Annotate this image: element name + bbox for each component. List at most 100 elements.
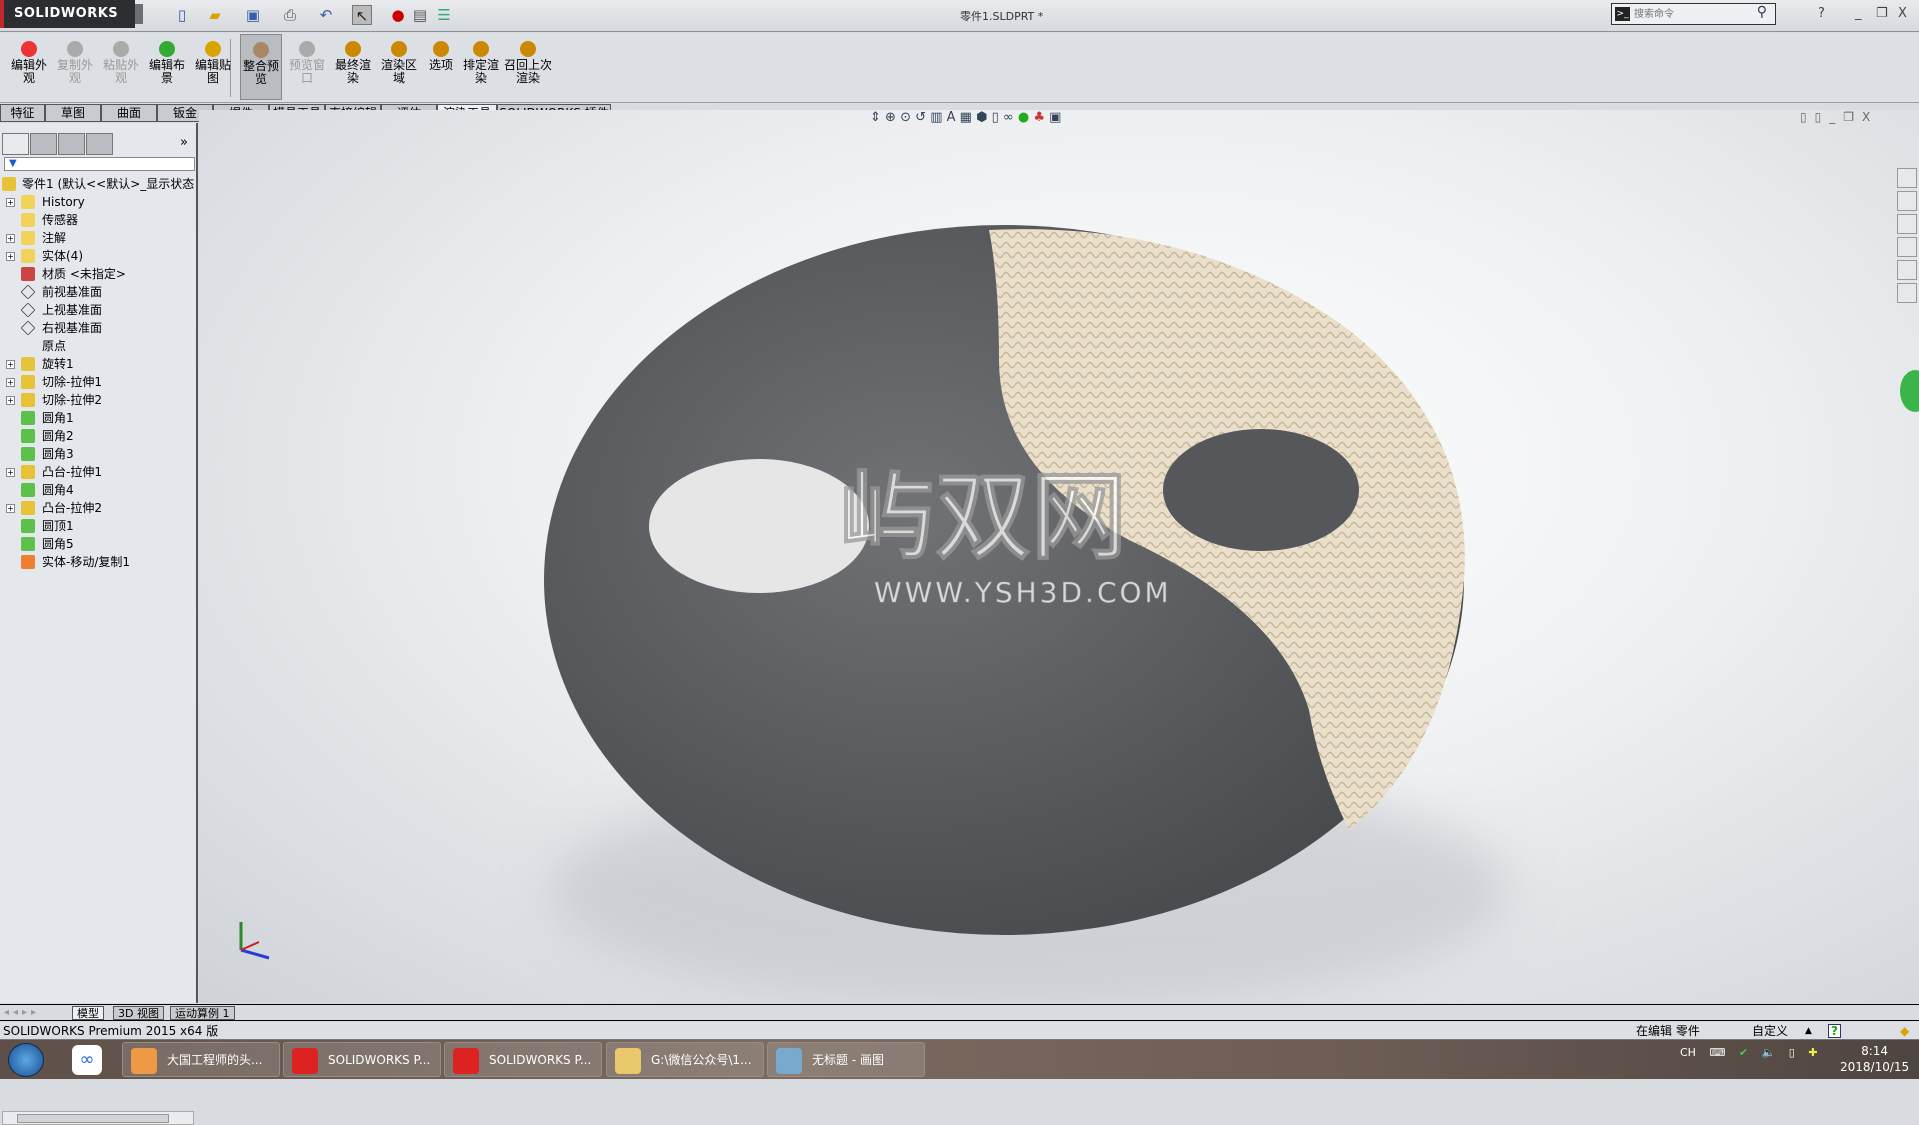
feature-manager-tab-icon[interactable]: [2, 133, 29, 155]
clock[interactable]: 8:14 2018/10/15: [1840, 1043, 1909, 1075]
security-icon[interactable]: ✔: [1739, 1046, 1748, 1059]
print-icon[interactable]: ⎙: [280, 5, 300, 25]
ribbon-button-3[interactable]: 编辑布景: [146, 39, 188, 97]
open-folder-icon[interactable]: ▰: [205, 5, 225, 25]
tree-item[interactable]: 原点: [0, 337, 196, 355]
hide-show-items-icon[interactable]: ▯: [992, 110, 999, 125]
tree-item[interactable]: 传感器: [0, 211, 196, 229]
menu-expand-arrow[interactable]: [135, 4, 143, 24]
expand-icon[interactable]: +: [6, 198, 15, 207]
taskbar-item[interactable]: SOLIDWORKS P...: [444, 1042, 602, 1077]
configuration-manager-tab-icon[interactable]: [58, 133, 85, 155]
design-library-icon[interactable]: [1897, 191, 1917, 211]
network-icon[interactable]: ▯: [1789, 1046, 1795, 1059]
tree-item[interactable]: + 切除-拉伸2: [0, 391, 196, 409]
tree-item[interactable]: 实体-移动/复制1: [0, 553, 196, 571]
expand-icon[interactable]: +: [6, 396, 15, 405]
tree-filter-input[interactable]: ▼: [4, 157, 195, 171]
expand-icon[interactable]: +: [6, 360, 15, 369]
custom-properties-icon[interactable]: [1897, 283, 1917, 303]
help-button[interactable]: ?: [1828, 1024, 1841, 1038]
view-orientation-cube-icon[interactable]: ▦: [960, 110, 972, 125]
ribbon-button-2[interactable]: 粘贴外观: [100, 39, 142, 97]
help-icon[interactable]: ?: [1818, 6, 1825, 21]
bottom-tab-2[interactable]: 运动算例 1: [170, 1006, 235, 1020]
bottom-tab-0[interactable]: 模型: [72, 1006, 104, 1020]
file-properties-icon[interactable]: ▤: [410, 5, 430, 25]
command-search[interactable]: >_ ⚲: [1611, 3, 1776, 25]
expand-icon[interactable]: +: [6, 504, 15, 513]
undo-icon[interactable]: ↶: [316, 5, 336, 25]
tab-navigation-arrows-icon[interactable]: ◂◂▸▸: [4, 1007, 124, 1019]
keyboard-icon[interactable]: ⌨: [1709, 1046, 1725, 1059]
viewport-window-controls[interactable]: ▯▯_❐X: [1800, 110, 1878, 124]
panel-expand-chevron-icon[interactable]: »: [180, 135, 188, 150]
search-icon[interactable]: ⚲: [1757, 4, 1767, 20]
ribbon-button-9[interactable]: 选项: [420, 39, 462, 97]
baidu-netdisk-icon[interactable]: ∞: [72, 1045, 102, 1075]
taskbar-item[interactable]: SOLIDWORKS P...: [283, 1042, 441, 1077]
ribbon-button-0[interactable]: 编辑外观: [8, 39, 50, 97]
tab-2[interactable]: 曲面: [101, 104, 157, 122]
restore-icon[interactable]: ❐: [1876, 6, 1888, 21]
options-list-icon[interactable]: ☰: [434, 5, 454, 25]
ribbon-button-1[interactable]: 复制外观: [54, 39, 96, 97]
minimize-icon[interactable]: _: [1855, 6, 1862, 21]
volume-icon[interactable]: 🔈: [1762, 1046, 1776, 1059]
ribbon-button-7[interactable]: 最终渲染: [332, 39, 374, 97]
appearances-icon[interactable]: [1897, 260, 1917, 280]
section-view-icon[interactable]: ▥: [930, 110, 942, 125]
ribbon-button-4[interactable]: 编辑贴图: [192, 39, 234, 97]
display-pane-icon[interactable]: ▣: [1049, 110, 1061, 125]
ribbon-button-10[interactable]: 排定渲染: [460, 39, 502, 97]
panel-horizontal-scrollbar[interactable]: [2, 1111, 194, 1125]
view-palette-icon[interactable]: [1897, 237, 1917, 257]
ribbon-button-11[interactable]: 召回上次渲染: [504, 39, 552, 97]
bottom-tab-1[interactable]: 3D 视图: [113, 1006, 164, 1020]
expand-icon[interactable]: +: [6, 378, 15, 387]
tree-item[interactable]: 圆角1: [0, 409, 196, 427]
graphics-viewport[interactable]: 屿双网 WWW.YSH3D.COM: [199, 110, 1919, 1010]
tree-item[interactable]: 右视基准面: [0, 319, 196, 337]
display-manager-tab-icon[interactable]: [86, 133, 113, 155]
tree-item[interactable]: + 旋转1: [0, 355, 196, 373]
tree-item[interactable]: 圆角3: [0, 445, 196, 463]
tag-icon[interactable]: ◆: [1900, 1022, 1909, 1040]
tree-item[interactable]: 上视基准面: [0, 301, 196, 319]
360-tray-icon[interactable]: ✚: [1808, 1046, 1817, 1059]
language-indicator[interactable]: CH: [1680, 1046, 1696, 1059]
tree-item[interactable]: + 凸台-拉伸2: [0, 499, 196, 517]
zoom-to-fit-icon[interactable]: ⊕: [885, 110, 896, 125]
tree-item[interactable]: 圆角4: [0, 481, 196, 499]
select-cursor-icon[interactable]: ↖: [352, 5, 372, 25]
tree-item[interactable]: 圆角5: [0, 535, 196, 553]
units-selector[interactable]: 自定义: [1752, 1022, 1788, 1040]
display-style-icon[interactable]: ⬢: [976, 110, 987, 125]
dynamic-annotation-icon[interactable]: A: [947, 110, 956, 125]
expand-icon[interactable]: +: [6, 234, 15, 243]
tree-item[interactable]: 圆角2: [0, 427, 196, 445]
tree-item[interactable]: 圆顶1: [0, 517, 196, 535]
taskbar-item[interactable]: G:\微信公众号\1...: [606, 1042, 764, 1077]
resources-home-icon[interactable]: [1897, 168, 1917, 188]
tree-item[interactable]: 材质 <未指定>: [0, 265, 196, 283]
tree-item[interactable]: 前视基准面: [0, 283, 196, 301]
expand-icon[interactable]: +: [6, 252, 15, 261]
scrollbar-thumb[interactable]: [17, 1114, 169, 1123]
units-up-arrow-icon[interactable]: ▲: [1805, 1022, 1812, 1040]
ribbon-button-8[interactable]: 渲染区域: [378, 39, 420, 97]
search-input[interactable]: [1634, 6, 1744, 22]
start-button[interactable]: [8, 1043, 44, 1077]
close-icon[interactable]: X: [1898, 6, 1907, 21]
ribbon-button-5[interactable]: 整合预览: [240, 34, 282, 100]
tree-root-part[interactable]: 零件1 (默认<<默认>_显示状态: [0, 175, 196, 193]
rebuild-traffic-light-icon[interactable]: ●: [388, 5, 408, 25]
expand-icon[interactable]: +: [6, 468, 15, 477]
zoom-area-icon[interactable]: ⊙: [900, 110, 911, 125]
solidworks-logo[interactable]: SOLIDWORKS: [0, 0, 135, 28]
taskbar-item[interactable]: 无标题 - 画图: [767, 1042, 925, 1077]
taskbar-item[interactable]: 大国工程师的头...: [122, 1042, 280, 1077]
view-orientation-icon[interactable]: ⇕: [870, 110, 881, 125]
apply-scene-icon[interactable]: ●: [1018, 110, 1029, 125]
ribbon-button-6[interactable]: 预览窗口: [286, 39, 328, 97]
